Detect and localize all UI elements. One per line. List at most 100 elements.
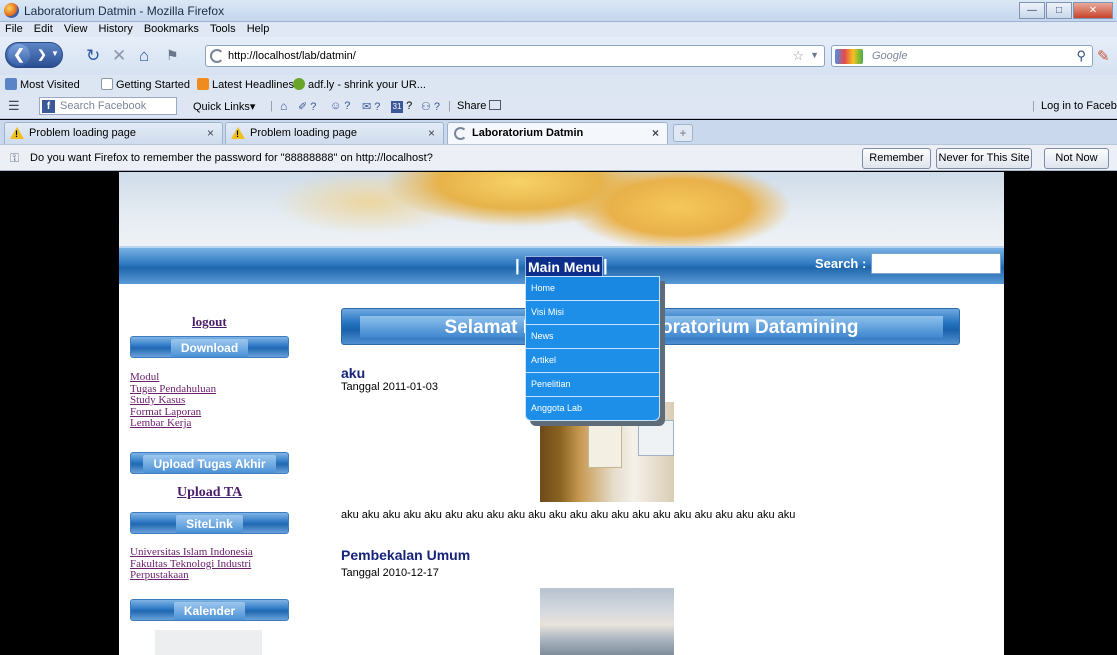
google-engine-icon[interactable] (835, 49, 863, 64)
tab-close-icon[interactable]: × (207, 126, 214, 140)
addon-pen-icon[interactable]: ✎ (1097, 48, 1110, 65)
bookmarks-toolbar: Most Visited Getting Started Latest Head… (0, 75, 1117, 94)
menu-item-visi-misi[interactable]: Visi Misi (526, 301, 659, 325)
quick-links-menu[interactable]: Quick Links▾ (193, 100, 255, 113)
window-controls: — □ ✕ (1019, 2, 1113, 19)
link-lembar-kerja[interactable]: Lembar Kerja (130, 417, 216, 430)
page-loading-icon (210, 49, 224, 63)
facebook-notes-icon[interactable]: ✐ ? (298, 100, 316, 113)
firefox-logo-icon (4, 3, 19, 18)
share-icon (489, 100, 502, 110)
stop-icon[interactable]: ✕ (112, 47, 126, 64)
menu-edit[interactable]: Edit (30, 22, 57, 37)
tab-label: Problem loading page (250, 127, 358, 139)
bookmark-adfly[interactable]: adf.ly - shrink your UR... (293, 78, 426, 91)
main-menu-button[interactable]: Main Menu (525, 256, 604, 277)
site-links: Universitas Islam Indonesia Fakultas Tek… (130, 546, 253, 582)
facebook-requests-icon[interactable]: ⚇ ? (421, 100, 440, 113)
menu-item-anggota-lab[interactable]: Anggota Lab (526, 397, 659, 421)
site-search-input[interactable] (871, 253, 1001, 274)
minimize-icon[interactable]: — (1019, 2, 1045, 19)
home-icon[interactable]: ⌂ (139, 47, 149, 64)
remember-button[interactable]: Remember (862, 148, 931, 169)
menu-bookmarks[interactable]: Bookmarks (140, 22, 203, 37)
wall-poster-image (638, 420, 674, 456)
back-arrow-icon[interactable]: ❮ (8, 44, 30, 66)
search-bar[interactable]: Google ⚲ (831, 45, 1093, 67)
facebook-home-icon[interactable]: ⌂ (280, 99, 287, 113)
maximize-icon[interactable]: □ (1046, 2, 1072, 19)
bookmark-latest-headlines[interactable]: Latest Headlines (197, 78, 294, 91)
facebook-login-link[interactable]: Log in to Facebo (1041, 100, 1117, 112)
facebook-events-icon[interactable]: 31 ? (391, 100, 412, 113)
back-forward-group: ❮ ❯ ▼ (5, 42, 63, 68)
menu-view[interactable]: View (60, 22, 92, 37)
bookmark-star-icon[interactable]: ☆ (792, 48, 804, 64)
not-now-button[interactable]: Not Now (1044, 148, 1109, 169)
site-search-label: Search : (815, 256, 867, 271)
toolbar-separator: | (448, 100, 451, 112)
url-text[interactable]: http://localhost/lab/datmin/ (228, 50, 356, 62)
forward-arrow-icon[interactable]: ❯ (34, 48, 50, 62)
menu-item-news[interactable]: News (526, 325, 659, 349)
facebook-messages-icon[interactable]: ✉ ? (362, 100, 380, 113)
facebook-search-input[interactable]: f Search Facebook (39, 97, 177, 115)
history-dropdown-icon[interactable]: ▼ (51, 49, 59, 58)
link-study-kasus[interactable]: Study Kasus (130, 394, 216, 407)
download-label: Download (170, 339, 249, 357)
tab-close-icon[interactable]: × (652, 126, 659, 140)
download-links: Modul Tugas Pendahuluan Study Kasus Form… (130, 371, 216, 430)
events-count: ? (406, 100, 413, 112)
post-title[interactable]: aku (341, 365, 365, 381)
link-perpustakaan[interactable]: Perpustakaan (130, 569, 253, 582)
bookmark-most-visited[interactable]: Most Visited (5, 78, 80, 91)
welcome-text-right: boratorium Datamining (649, 317, 859, 338)
facebook-friends-icon[interactable]: ☺ ? (330, 100, 350, 112)
share-button[interactable]: Share (457, 100, 502, 112)
close-icon[interactable]: ✕ (1073, 2, 1113, 19)
upload-ta-link[interactable]: Upload TA (177, 485, 242, 501)
kalender-label: Kalender (173, 602, 246, 620)
sitelink-header: SiteLink (130, 512, 289, 534)
tab-laboratorium-datmin[interactable]: Laboratorium Datmin × (447, 122, 668, 144)
post-title[interactable]: Pembekalan Umum (341, 547, 470, 563)
post-date: Tanggal 2010-12-17 (341, 567, 439, 579)
window-title: Laboratorium Datmin - Mozilla Firefox (24, 4, 225, 18)
bookmark-getting-started[interactable]: Getting Started (101, 78, 190, 91)
privacy-icon[interactable]: ⚑ (166, 47, 179, 64)
menu-file[interactable]: File (0, 22, 27, 37)
link-modul[interactable]: Modul (130, 371, 216, 384)
never-for-this-site-button[interactable]: Never for This Site (936, 148, 1032, 169)
notes-count: ? (310, 101, 317, 113)
share-label: Share (457, 100, 487, 112)
tab-problem-loading-1[interactable]: ! Problem loading page × (4, 122, 223, 144)
new-tab-button[interactable]: + (673, 124, 693, 142)
menu-history[interactable]: History (95, 22, 137, 37)
toolbar-menu-icon[interactable]: ☰ (8, 98, 20, 114)
menu-item-home[interactable]: Home (526, 277, 659, 301)
upload-tugas-akhir-header: Upload Tugas Akhir (130, 452, 289, 474)
menu-tools[interactable]: Tools (206, 22, 240, 37)
facebook-toolbar: ☰ f Search Facebook Quick Links▾ | ⌂ ✐ ?… (0, 94, 1117, 119)
kalender-header: Kalender (130, 599, 289, 621)
wall-poster-image (588, 424, 622, 468)
tab-problem-loading-2[interactable]: ! Problem loading page × (225, 122, 444, 144)
reload-icon[interactable]: ↻ (86, 47, 100, 64)
logout-link[interactable]: logout (192, 314, 227, 330)
menu-item-artikel[interactable]: Artikel (526, 349, 659, 373)
bookmark-label: Latest Headlines (212, 79, 294, 91)
menu-help[interactable]: Help (243, 22, 274, 37)
navigation-toolbar: ❮ ❯ ▼ ↻ ✕ ⌂ ⚑ http://localhost/lab/datmi… (0, 37, 1117, 75)
url-dropdown-icon[interactable]: ▼ (810, 50, 819, 60)
post-image (540, 588, 674, 655)
menu-item-penelitian[interactable]: Penelitian (526, 373, 659, 397)
link-universitas-islam-indonesia[interactable]: Universitas Islam Indonesia (130, 546, 253, 559)
url-bar[interactable]: http://localhost/lab/datmin/ ☆ ▼ (205, 45, 825, 67)
notification-message: Do you want Firefox to remember the pass… (30, 152, 433, 164)
quick-links-label: Quick Links (193, 101, 250, 113)
search-icon[interactable]: ⚲ (1076, 48, 1086, 64)
key-icon: ⚿ (10, 151, 20, 165)
page-viewport: | Main Menu | Search : logout Download M… (0, 172, 1117, 655)
tab-close-icon[interactable]: × (428, 126, 435, 140)
search-placeholder: Google (872, 50, 908, 62)
